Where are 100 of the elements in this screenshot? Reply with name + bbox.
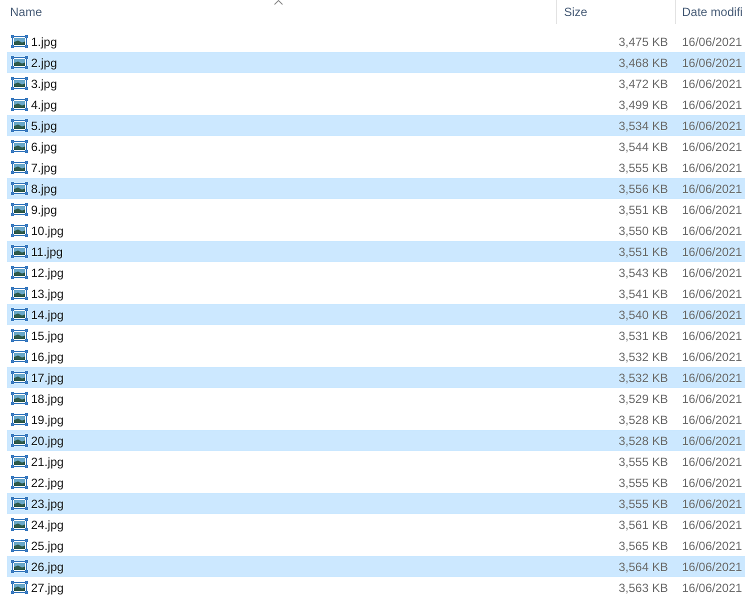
date-modified: 16/06/2021 <box>682 182 742 196</box>
file-row[interactable]: 10.jpg 3,550 KB 16/06/2021 <box>7 220 745 241</box>
file-name: 26.jpg <box>31 560 64 574</box>
file-row[interactable]: 19.jpg 3,528 KB 16/06/2021 <box>7 409 745 430</box>
file-name: 13.jpg <box>31 286 64 300</box>
file-size: 3,544 KB <box>618 140 668 154</box>
sort-up-icon <box>274 0 283 5</box>
file-name: 22.jpg <box>31 476 64 490</box>
file-row[interactable]: 1.jpg 3,475 KB 16/06/2021 <box>7 31 745 52</box>
file-row[interactable]: 26.jpg 3,564 KB 16/06/2021 <box>7 556 745 577</box>
date-modified: 16/06/2021 <box>682 98 742 112</box>
file-name: 23.jpg <box>31 496 64 510</box>
date-modified: 16/06/2021 <box>682 518 742 532</box>
file-row[interactable]: 3.jpg 3,472 KB 16/06/2021 <box>7 73 745 94</box>
file-row[interactable]: 15.jpg 3,531 KB 16/06/2021 <box>7 325 745 346</box>
file-size: 3,534 KB <box>618 118 668 132</box>
file-name: 5.jpg <box>31 118 58 132</box>
file-size: 3,529 KB <box>618 392 668 406</box>
image-file-icon <box>11 475 28 490</box>
file-size: 3,550 KB <box>618 224 668 238</box>
file-name: 14.jpg <box>31 308 64 322</box>
file-row[interactable]: 20.jpg 3,528 KB 16/06/2021 <box>7 430 745 451</box>
file-row[interactable]: 12.jpg 3,543 KB 16/06/2021 <box>7 262 745 283</box>
column-header[interactable]: Name <box>0 0 556 24</box>
image-file-icon <box>11 349 28 364</box>
file-row[interactable]: 4.jpg 3,499 KB 16/06/2021 <box>7 94 745 115</box>
file-name: 21.jpg <box>31 454 64 468</box>
file-row[interactable]: 9.jpg 3,551 KB 16/06/2021 <box>7 199 745 220</box>
file-row[interactable]: 23.jpg 3,555 KB 16/06/2021 <box>7 493 745 514</box>
file-size: 3,541 KB <box>618 286 668 300</box>
file-size: 3,551 KB <box>618 202 668 216</box>
file-size: 3,472 KB <box>618 76 668 90</box>
date-modified: 16/06/2021 <box>682 224 742 238</box>
image-file-icon <box>11 223 28 238</box>
date-modified: 16/06/2021 <box>682 454 742 468</box>
date-modified: 16/06/2021 <box>682 328 742 342</box>
file-row[interactable]: 11.jpg 3,551 KB 16/06/2021 <box>7 241 745 262</box>
image-file-icon <box>11 97 28 112</box>
image-file-icon <box>11 181 28 196</box>
file-row[interactable]: 7.jpg 3,555 KB 16/06/2021 <box>7 157 745 178</box>
date-modified: 16/06/2021 <box>682 392 742 406</box>
file-name: 17.jpg <box>31 370 64 384</box>
image-file-icon <box>11 139 28 154</box>
file-name: 3.jpg <box>31 76 58 90</box>
image-file-icon <box>11 559 28 574</box>
image-file-icon <box>11 538 28 553</box>
file-name: 18.jpg <box>31 392 64 406</box>
file-name: 9.jpg <box>31 202 58 216</box>
date-modified: 16/06/2021 <box>682 202 742 216</box>
file-size: 3,532 KB <box>618 350 668 364</box>
file-size: 3,499 KB <box>618 98 668 112</box>
file-size: 3,564 KB <box>618 560 668 574</box>
date-modified: 16/06/2021 <box>682 140 742 154</box>
file-size: 3,551 KB <box>618 244 668 258</box>
file-size: 3,528 KB <box>618 434 668 448</box>
date-modified: 16/06/2021 <box>682 434 742 448</box>
file-size: 3,555 KB <box>618 496 668 510</box>
file-row[interactable]: 8.jpg 3,556 KB 16/06/2021 <box>7 178 745 199</box>
file-name: 1.jpg <box>31 34 58 48</box>
file-row[interactable]: 2.jpg 3,468 KB 16/06/2021 <box>7 52 745 73</box>
image-file-icon <box>11 580 28 595</box>
date-modified: 16/06/2021 <box>682 56 742 70</box>
file-row[interactable]: 27.jpg 3,563 KB 16/06/2021 <box>7 577 745 598</box>
column-header[interactable]: Date modifi <box>675 0 745 24</box>
date-modified: 16/06/2021 <box>682 370 742 384</box>
file-size: 3,475 KB <box>618 34 668 48</box>
file-row[interactable]: 25.jpg 3,565 KB 16/06/2021 <box>7 535 745 556</box>
file-row[interactable]: 5.jpg 3,534 KB 16/06/2021 <box>7 115 745 136</box>
file-row[interactable]: 17.jpg 3,532 KB 16/06/2021 <box>7 367 745 388</box>
file-size: 3,555 KB <box>618 476 668 490</box>
image-file-icon <box>11 433 28 448</box>
file-row[interactable]: 24.jpg 3,561 KB 16/06/2021 <box>7 514 745 535</box>
file-row[interactable]: 22.jpg 3,555 KB 16/06/2021 <box>7 472 745 493</box>
image-file-icon <box>11 202 28 217</box>
image-file-icon <box>11 118 28 133</box>
file-size: 3,543 KB <box>618 266 668 280</box>
date-modified: 16/06/2021 <box>682 476 742 490</box>
file-row[interactable]: 21.jpg 3,555 KB 16/06/2021 <box>7 451 745 472</box>
image-file-icon <box>11 286 28 301</box>
file-name: 8.jpg <box>31 182 58 196</box>
column-header[interactable]: Size <box>556 0 675 24</box>
file-row[interactable]: 14.jpg 3,540 KB 16/06/2021 <box>7 304 745 325</box>
file-name: 4.jpg <box>31 98 58 112</box>
file-row[interactable]: 13.jpg 3,541 KB 16/06/2021 <box>7 283 745 304</box>
file-row[interactable]: 6.jpg 3,544 KB 16/06/2021 <box>7 136 745 157</box>
file-name: 16.jpg <box>31 350 64 364</box>
date-modified: 16/06/2021 <box>682 496 742 510</box>
date-modified: 16/06/2021 <box>682 350 742 364</box>
image-file-icon <box>11 34 28 49</box>
file-name: 15.jpg <box>31 328 64 342</box>
file-size: 3,532 KB <box>618 370 668 384</box>
date-modified: 16/06/2021 <box>682 308 742 322</box>
file-name: 12.jpg <box>31 266 64 280</box>
file-name: 19.jpg <box>31 412 64 426</box>
file-size: 3,555 KB <box>618 160 668 174</box>
image-file-icon <box>11 454 28 469</box>
file-size: 3,565 KB <box>618 538 668 552</box>
file-row[interactable]: 16.jpg 3,532 KB 16/06/2021 <box>7 346 745 367</box>
file-name: 2.jpg <box>31 56 58 70</box>
file-row[interactable]: 18.jpg 3,529 KB 16/06/2021 <box>7 388 745 409</box>
